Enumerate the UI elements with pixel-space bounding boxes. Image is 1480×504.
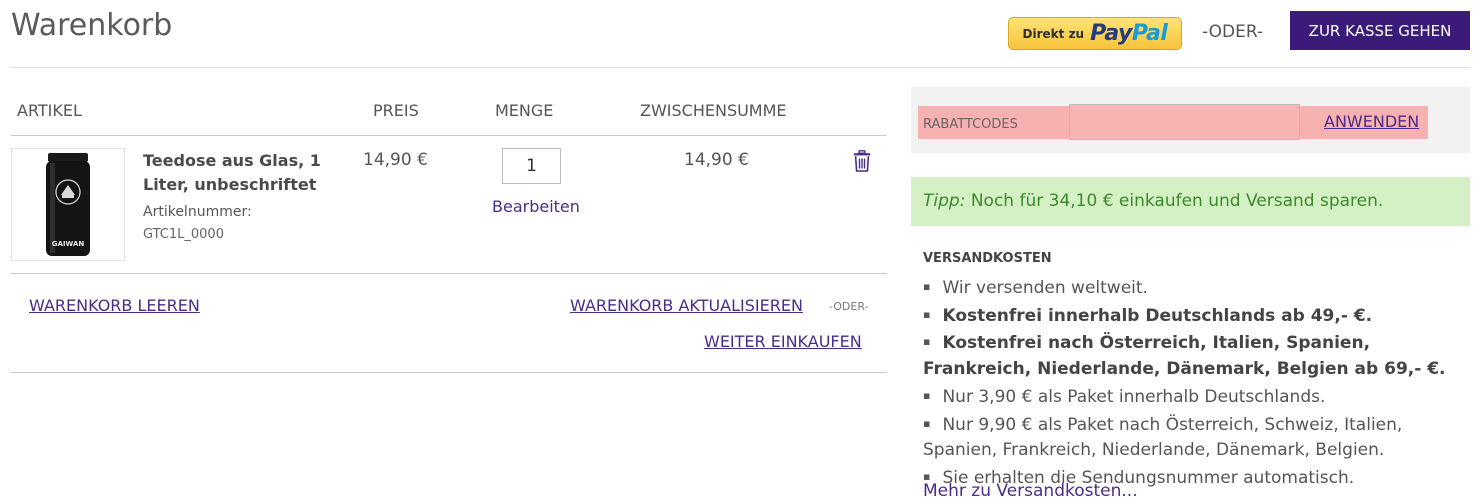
- top-oder-separator: -ODER-: [1202, 22, 1264, 42]
- trash-icon[interactable]: [853, 150, 871, 172]
- header-divider: [11, 67, 1470, 68]
- tea-canister-image: GAIWAN: [46, 153, 90, 256]
- free-shipping-tip: Tipp: Noch für 34,10 € einkaufen und Ver…: [911, 177, 1470, 226]
- page-title: Warenkorb: [11, 8, 173, 43]
- paypal-logo-pal: Pal: [1131, 21, 1168, 46]
- column-header-artikel: ARTIKEL: [17, 101, 82, 120]
- column-header-preis: PREIS: [373, 101, 419, 120]
- item-price: 14,90 €: [363, 150, 428, 170]
- continue-shopping-link[interactable]: WEITER EINKAUFEN: [704, 332, 862, 351]
- shipping-item: Wir versenden weltweit.: [923, 274, 1470, 302]
- column-header-menge: MENGE: [495, 101, 554, 120]
- shipping-heading: VERSANDKOSTEN: [923, 251, 1052, 266]
- cart-row-divider: [11, 273, 887, 274]
- paypal-logo: PayPal: [1090, 21, 1168, 46]
- paypal-prefix: Direkt zu: [1022, 26, 1085, 41]
- tip-prefix: Tipp:: [923, 191, 966, 211]
- quantity-input[interactable]: [502, 148, 561, 184]
- clear-cart-link[interactable]: WARENKORB LEEREN: [29, 296, 200, 315]
- coupon-label: RABATTCODES: [923, 117, 1018, 132]
- shipping-item: Nur 9,90 € als Paket nach Österreich, Sc…: [923, 411, 1470, 464]
- tip-text: Noch für 34,10 € einkaufen und Versand s…: [970, 191, 1384, 211]
- shipping-info-list: Wir versenden weltweit. Kostenfrei inner…: [923, 274, 1470, 492]
- shipping-item: Kostenfrei nach Österreich, Italien, Spa…: [923, 329, 1470, 382]
- product-name-link[interactable]: Teedose aus Glas, 1 Liter, unbeschriftet: [143, 149, 343, 197]
- checkout-button[interactable]: ZUR KASSE GEHEN: [1290, 11, 1470, 50]
- paypal-logo-pay: Pay: [1090, 21, 1132, 46]
- shipping-item: Kostenfrei innerhalb Deutschlands ab 49,…: [923, 302, 1470, 330]
- apply-coupon-link[interactable]: ANWENDEN: [1324, 112, 1419, 131]
- shipping-item: Nur 3,90 € als Paket innerhalb Deutschla…: [923, 383, 1470, 411]
- actions-oder-separator: -ODER-: [829, 300, 869, 313]
- sku-value: GTC1L_0000: [143, 227, 224, 242]
- product-image[interactable]: GAIWAN: [11, 148, 125, 261]
- paypal-express-button[interactable]: Direkt zu PayPal: [1008, 17, 1182, 50]
- thumb-brand-text: GAIWAN: [52, 240, 85, 248]
- coupon-input[interactable]: [1069, 104, 1300, 140]
- sku-label: Artikelnummer:: [143, 204, 252, 220]
- table-header-divider: [11, 135, 887, 136]
- more-shipping-info-link[interactable]: Mehr zu Versandkosten...: [923, 481, 1138, 501]
- item-subtotal: 14,90 €: [684, 150, 749, 170]
- edit-item-link[interactable]: Bearbeiten: [492, 197, 580, 216]
- cart-actions-divider: [11, 372, 887, 373]
- column-header-zwischensumme: ZWISCHENSUMME: [640, 101, 787, 120]
- update-cart-link[interactable]: WARENKORB AKTUALISIEREN: [570, 296, 803, 315]
